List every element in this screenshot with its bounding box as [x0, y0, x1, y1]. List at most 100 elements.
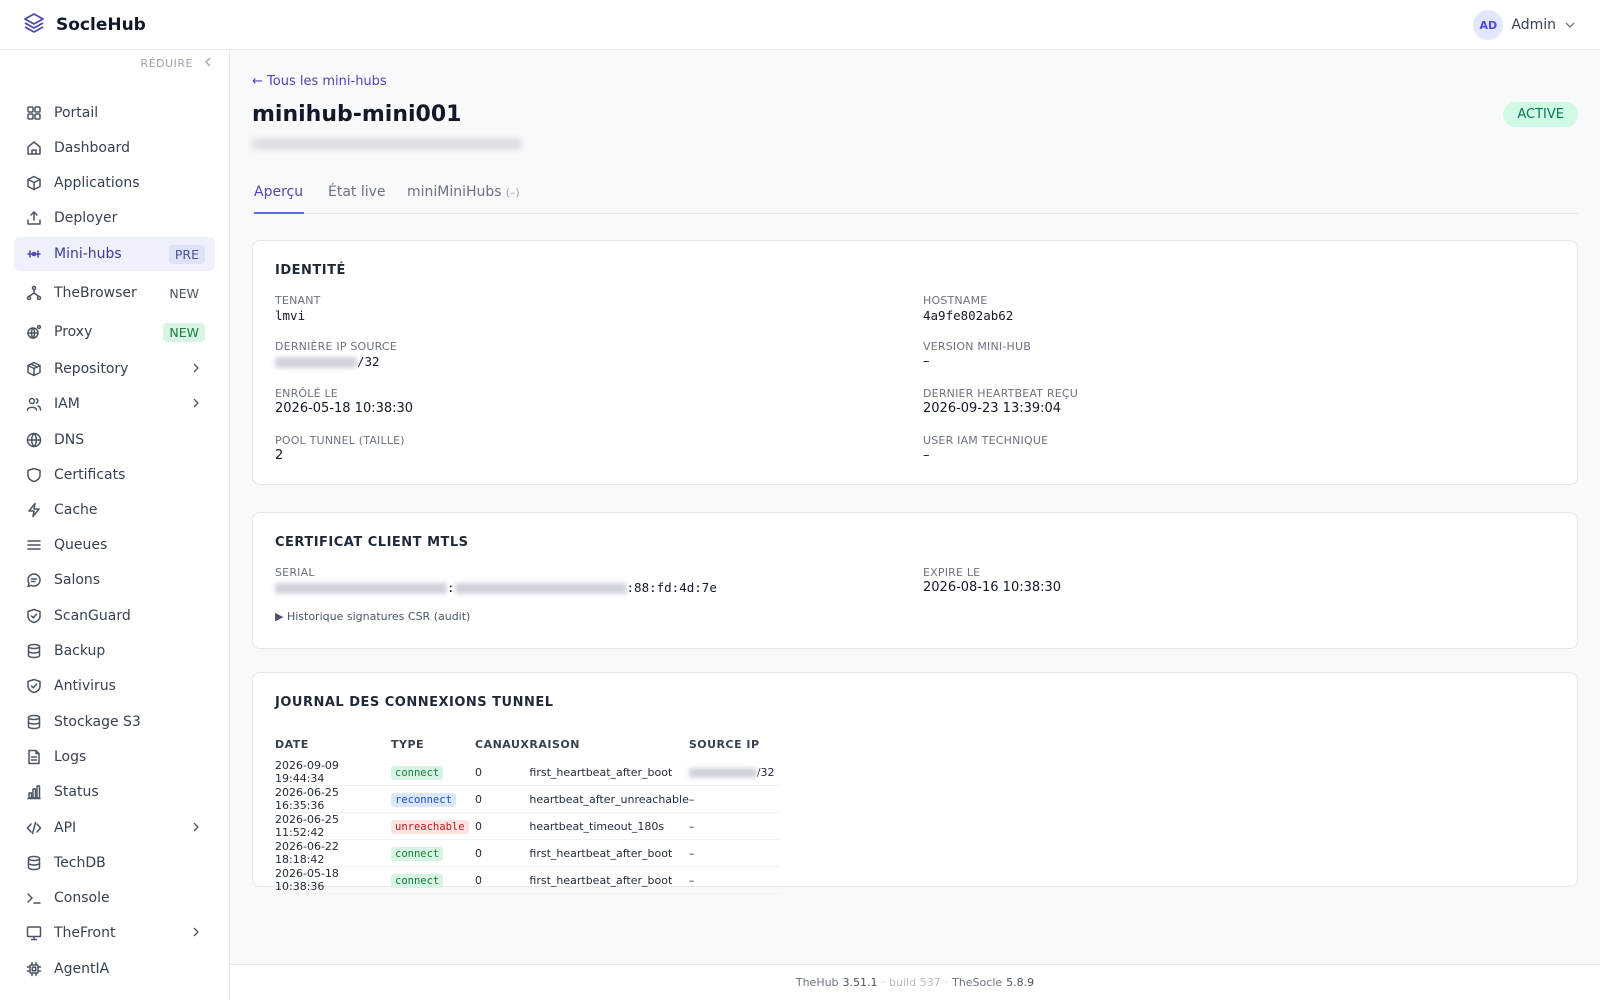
sidebar-item-salons[interactable]: Salons [14, 563, 215, 597]
sidebar-item-repository[interactable]: Repository [14, 352, 215, 386]
sidebar-item-label: Portail [54, 105, 99, 121]
sidebar-item-queues[interactable]: Queues [14, 528, 215, 562]
version-value: – [923, 354, 930, 369]
sidebar-item-techdb[interactable]: TechDB [14, 846, 215, 880]
chevron-left-icon [203, 57, 213, 70]
sidebar-item-applications[interactable]: Applications [14, 166, 215, 200]
sidebar-item-label: IAM [54, 396, 80, 412]
shield-check-icon [26, 608, 42, 624]
tab-etat-live[interactable]: État live [328, 178, 386, 214]
users-icon [26, 396, 42, 412]
reason-cell: heartbeat_timeout_180s [529, 812, 689, 840]
source-ip-label: DERNIÈRE IP SOURCE [275, 340, 397, 353]
reason-cell: heartbeat_after_unreachable [529, 785, 689, 813]
column-header: DATE [275, 737, 309, 751]
hostname-value: 4a9fe802ab62 [923, 308, 1014, 323]
home-icon [26, 140, 42, 156]
sidebar-item-label: Proxy [54, 324, 93, 340]
sidebar-item-label: Antivirus [54, 678, 116, 694]
sidebar-item-scanguard[interactable]: ScanGuard [14, 599, 215, 633]
sidebar-item-deployer[interactable]: Deployer [14, 201, 215, 235]
channels-cell: 0 [475, 759, 530, 786]
enrolled-value: 2026-05-18 10:38:30 [275, 401, 414, 416]
sidebar-item-logs[interactable]: Logs [14, 740, 215, 774]
user-menu[interactable]: AD Admin [1473, 10, 1576, 40]
serial-suffix: :88:fd:4d:7e [626, 580, 717, 595]
sidebar-item-certificats[interactable]: Certificats [14, 458, 215, 492]
sliders-icon [26, 246, 42, 262]
csr-history-toggle[interactable]: ▶ Historique signatures CSR (audit) [275, 610, 470, 623]
sidebar-item-iam[interactable]: IAM [14, 387, 215, 421]
sidebar-item-api[interactable]: API [14, 811, 215, 845]
sidebar-item-console[interactable]: Console [14, 881, 215, 915]
new-badge: NEW [169, 285, 199, 301]
source-ip-value: /32 [275, 354, 380, 369]
sidebar-item-stockage-s3[interactable]: Stockage S3 [14, 705, 215, 739]
sidebar-item-label: Console [54, 890, 110, 906]
sidebar-item-label: AgentIA [54, 961, 110, 977]
sidebar-item-backup[interactable]: Backup [14, 634, 215, 668]
certificate-heading: CERTIFICAT CLIENT MTLS [275, 535, 469, 550]
sidebar-item-antivirus[interactable]: Antivirus [14, 669, 215, 703]
tab-minimini-hubs[interactable]: miniMiniHubs (–) [407, 178, 520, 214]
database-icon [26, 643, 42, 659]
date-cell: 2026-06-25 11:52:42 [275, 812, 391, 840]
iam-user-label: USER IAM TECHNIQUE [923, 434, 1049, 447]
sidebar-item-label: Backup [54, 643, 106, 659]
source-ip-cell: – [688, 839, 781, 867]
sidebar-item-mini-hubs[interactable]: Mini-hubs PRE [14, 237, 215, 271]
expire-value: 2026-08-16 10:38:30 [923, 580, 1062, 595]
chevron-down-icon [1564, 16, 1576, 35]
package-icon [26, 361, 42, 377]
type-pill: connect [391, 873, 444, 888]
sidebar-item-label: Salons [54, 572, 101, 588]
sidebar-item-cache[interactable]: Cache [14, 493, 215, 527]
footer-separator: · [881, 976, 886, 989]
sidebar-item-label: Cache [54, 502, 98, 518]
chevron-right-icon [191, 362, 201, 377]
sidebar-item-thebrowser[interactable]: TheBrowser NEW [14, 276, 215, 310]
page-title: minihub-mini001 [252, 102, 462, 127]
source-ip-cell: – [688, 812, 781, 840]
bar-chart-icon [26, 784, 42, 800]
table-header-row: DATE TYPE CANAUX RAISON SOURCE IP [275, 729, 781, 759]
sidebar-item-dns[interactable]: DNS [14, 423, 215, 457]
network-icon [26, 285, 42, 301]
sidebar-item-status[interactable]: Status [14, 775, 215, 809]
table-row: 2026-09-09 19:44:34 connect 0 first_heartbe… [275, 759, 781, 786]
tab-label: miniMiniHubs [407, 184, 502, 200]
date-cell: 2026-06-22 18:18:42 [275, 839, 391, 867]
sidebar-item-thefront[interactable]: TheFront [14, 916, 215, 950]
channels-cell: 0 [475, 839, 530, 867]
brand[interactable]: SocleHub [0, 11, 146, 39]
sidebar-item-portail[interactable]: Portail [14, 96, 215, 130]
new-badge: NEW [163, 322, 205, 342]
sidebar-item-agentia[interactable]: AgentIA [14, 952, 215, 986]
footer-separator: · [944, 976, 949, 989]
tab-apercu[interactable]: Aperçu [254, 178, 304, 214]
globe-icon [26, 432, 42, 448]
heartbeat-label: DERNIER HEARTBEAT REÇU [923, 387, 1079, 400]
source-ip-cell: – [688, 785, 781, 813]
shield-check-icon [26, 678, 42, 694]
table-row: 2026-05-18 10:38:36 connect 0 first_heartbe… [275, 866, 781, 894]
type-cell: connect [391, 839, 475, 867]
sidebar-item-proxy[interactable]: Proxy NEW [14, 315, 215, 349]
sidebar-item-label: Dashboard [54, 140, 130, 156]
date-cell: 2026-05-18 10:38:36 [275, 866, 391, 894]
sidebar-item-dashboard[interactable]: Dashboard [14, 131, 215, 165]
tenant-value: lmvi [275, 308, 306, 323]
channels-cell: 0 [475, 812, 530, 840]
redacted-ip [688, 767, 757, 778]
back-link[interactable]: ← Tous les mini-hubs [252, 74, 387, 89]
channels-cell: 0 [475, 866, 530, 894]
identity-card: IDENTITÉ TENANT lmvi HOSTNAME 4a9fe802ab… [252, 240, 1578, 485]
date-cell: 2026-06-25 16:35:36 [275, 785, 391, 813]
version-label: VERSION MINI-HUB [923, 340, 1031, 353]
redacted-serial-part [275, 583, 447, 594]
footer-build: build 537 [889, 976, 941, 989]
collapse-sidebar-button[interactable]: RÉDUIRE [141, 57, 213, 70]
type-cell: reconnect [391, 785, 475, 813]
sidebar-item-label: Applications [54, 175, 140, 191]
type-pill: connect [391, 846, 444, 861]
